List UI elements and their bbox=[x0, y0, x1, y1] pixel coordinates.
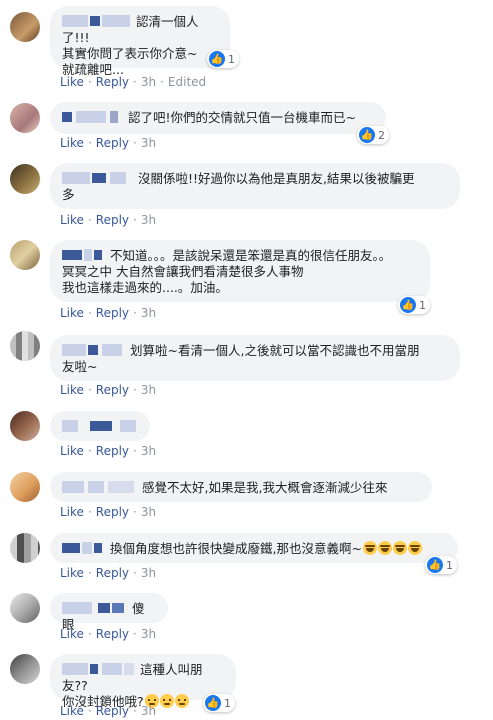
reaction-count[interactable]: 👍 2 bbox=[357, 126, 389, 144]
thumbs-up-icon: 👍 bbox=[427, 557, 443, 573]
comment-text-line: 認了吧!你們的交情就只值一台機車而已~ bbox=[128, 110, 356, 125]
timestamp[interactable]: 3h bbox=[141, 136, 156, 150]
like-link[interactable]: Like bbox=[60, 505, 84, 519]
comment-bubble: 划算啦~看清一個人,之後就可以當不認識也不用當朋 友啦~ bbox=[50, 335, 460, 381]
reaction-count[interactable]: 👍 1 bbox=[398, 296, 430, 314]
reply-link[interactable]: Reply bbox=[96, 704, 129, 718]
avatar[interactable] bbox=[10, 331, 40, 361]
comment-text-line: 冥冥之中 大自然會讓我們看清楚很多人事物 bbox=[62, 264, 304, 279]
comment-text-line: 沒關係啦!!好過你以為他是真朋友,結果以後被騙更 bbox=[138, 171, 415, 186]
avatar[interactable] bbox=[10, 533, 40, 563]
reaction-count[interactable]: 👍 1 bbox=[203, 694, 235, 712]
sad-emoji-icon bbox=[159, 694, 174, 708]
thumbs-up-icon: 👍 bbox=[205, 695, 221, 711]
reply-link[interactable]: Reply bbox=[96, 136, 129, 150]
commenter-name[interactable] bbox=[62, 542, 106, 554]
commenter-name[interactable] bbox=[62, 15, 132, 27]
comment-actions: Like · Reply · 3h · Edited bbox=[60, 75, 207, 89]
like-link[interactable]: Like bbox=[60, 444, 84, 458]
comment-bubble: 感覺不太好,如果是我,我大概會逐漸減少往來 bbox=[50, 472, 432, 502]
comment-bubble: 沒關係啦!!好過你以為他是真朋友,結果以後被騙更 多 bbox=[50, 163, 460, 209]
timestamp[interactable]: 3h bbox=[141, 704, 156, 718]
avatar[interactable] bbox=[10, 411, 40, 441]
comment-actions: Like · Reply · 3h bbox=[60, 627, 157, 641]
avatar[interactable] bbox=[10, 103, 40, 133]
comment-text-line: 其實你問了表示你介意~ bbox=[62, 46, 198, 61]
commenter-name[interactable] bbox=[62, 344, 126, 356]
reaction-count[interactable]: 👍 1 bbox=[425, 556, 457, 574]
like-link[interactable]: Like bbox=[60, 627, 84, 641]
comment-actions: Like · Reply · 3h bbox=[60, 136, 157, 150]
laughing-emoji-icon bbox=[362, 541, 377, 555]
reply-link[interactable]: Reply bbox=[96, 306, 129, 320]
comment-bubble bbox=[50, 411, 150, 441]
like-link[interactable]: Like bbox=[60, 136, 84, 150]
comment-actions: Like · Reply · 3h bbox=[60, 704, 157, 718]
comment-bubble: 認了吧!你們的交情就只值一台機車而已~ bbox=[50, 102, 386, 134]
timestamp[interactable]: 3h bbox=[141, 627, 156, 641]
comment-bubble: 換個角度想也許很快變成廢鐵,那也沒意義啊~ bbox=[50, 533, 458, 563]
edited-label[interactable]: Edited bbox=[168, 75, 206, 89]
comment-bubble: 傻眼 bbox=[50, 593, 168, 632]
comment-bubble: 認清一個人了!!! 其實你問了表示你介意~ 就疏離吧... bbox=[50, 6, 230, 77]
timestamp[interactable]: 3h bbox=[141, 505, 156, 519]
comment-text-line: 感覺不太好,如果是我,我大概會逐漸減少往來 bbox=[142, 480, 388, 495]
timestamp[interactable]: 3h bbox=[141, 444, 156, 458]
avatar[interactable] bbox=[10, 12, 40, 42]
reaction-count[interactable]: 👍 1 bbox=[207, 50, 239, 68]
commenter-name[interactable] bbox=[62, 172, 134, 184]
like-link[interactable]: Like bbox=[60, 566, 84, 580]
thumbs-up-icon: 👍 bbox=[400, 297, 416, 313]
like-link[interactable]: Like bbox=[60, 306, 84, 320]
avatar[interactable] bbox=[10, 240, 40, 270]
commenter-name[interactable] bbox=[62, 420, 138, 432]
commenter-name[interactable] bbox=[62, 111, 124, 123]
reply-link[interactable]: Reply bbox=[96, 505, 129, 519]
reply-link[interactable]: Reply bbox=[96, 75, 129, 89]
thumbs-up-icon: 👍 bbox=[359, 127, 375, 143]
reply-link[interactable]: Reply bbox=[96, 444, 129, 458]
comment-text-line: 不知道。。。是該說呆還是笨還是真的很信任朋友。。 bbox=[110, 248, 392, 263]
comment-actions: Like · Reply · 3h bbox=[60, 213, 157, 227]
avatar[interactable] bbox=[10, 472, 40, 502]
laughing-emoji-icon bbox=[377, 541, 392, 555]
reply-link[interactable]: Reply bbox=[96, 383, 129, 397]
reply-link[interactable]: Reply bbox=[96, 566, 129, 580]
commenter-name[interactable] bbox=[62, 249, 106, 261]
comment-text-line: 划算啦~看清一個人,之後就可以當不認識也不用當朋 bbox=[130, 343, 420, 358]
commenter-name[interactable] bbox=[62, 481, 138, 493]
timestamp[interactable]: 3h bbox=[141, 213, 156, 227]
avatar[interactable] bbox=[10, 164, 40, 194]
timestamp[interactable]: 3h bbox=[141, 306, 156, 320]
avatar[interactable] bbox=[10, 654, 40, 684]
like-link[interactable]: Like bbox=[60, 213, 84, 227]
timestamp[interactable]: 3h bbox=[141, 383, 156, 397]
sad-emoji-icon bbox=[174, 694, 189, 708]
laughing-emoji-icon bbox=[407, 541, 422, 555]
commenter-name[interactable] bbox=[62, 602, 128, 614]
comment-text-line: 我也這樣走過來的....。加油。 bbox=[62, 280, 228, 295]
reply-link[interactable]: Reply bbox=[96, 213, 129, 227]
comment-actions: Like · Reply · 3h bbox=[60, 306, 157, 320]
comment-text-line: 多 bbox=[62, 187, 75, 202]
like-link[interactable]: Like bbox=[60, 75, 84, 89]
comment-actions: Like · Reply · 3h bbox=[60, 566, 157, 580]
like-link[interactable]: Like bbox=[60, 704, 84, 718]
like-link[interactable]: Like bbox=[60, 383, 84, 397]
thumbs-up-icon: 👍 bbox=[209, 51, 225, 67]
comment-bubble: 這種人叫朋友?? 你沒封鎖他哦? bbox=[50, 654, 236, 709]
comment-actions: Like · Reply · 3h bbox=[60, 383, 157, 397]
avatar[interactable] bbox=[10, 593, 40, 623]
laughing-emoji-icon bbox=[392, 541, 407, 555]
comment-text-line: 換個角度想也許很快變成廢鐵,那也沒意義啊~ bbox=[110, 541, 362, 556]
comment-actions: Like · Reply · 3h bbox=[60, 505, 157, 519]
comment-actions: Like · Reply · 3h bbox=[60, 444, 157, 458]
comment-text-line: 友啦~ bbox=[62, 359, 98, 374]
comment-bubble: 不知道。。。是該說呆還是笨還是真的很信任朋友。。 冥冥之中 大自然會讓我們看清楚… bbox=[50, 240, 430, 302]
reply-link[interactable]: Reply bbox=[96, 627, 129, 641]
timestamp[interactable]: 3h bbox=[141, 566, 156, 580]
commenter-name[interactable] bbox=[62, 663, 136, 675]
timestamp[interactable]: 3h bbox=[141, 75, 156, 89]
